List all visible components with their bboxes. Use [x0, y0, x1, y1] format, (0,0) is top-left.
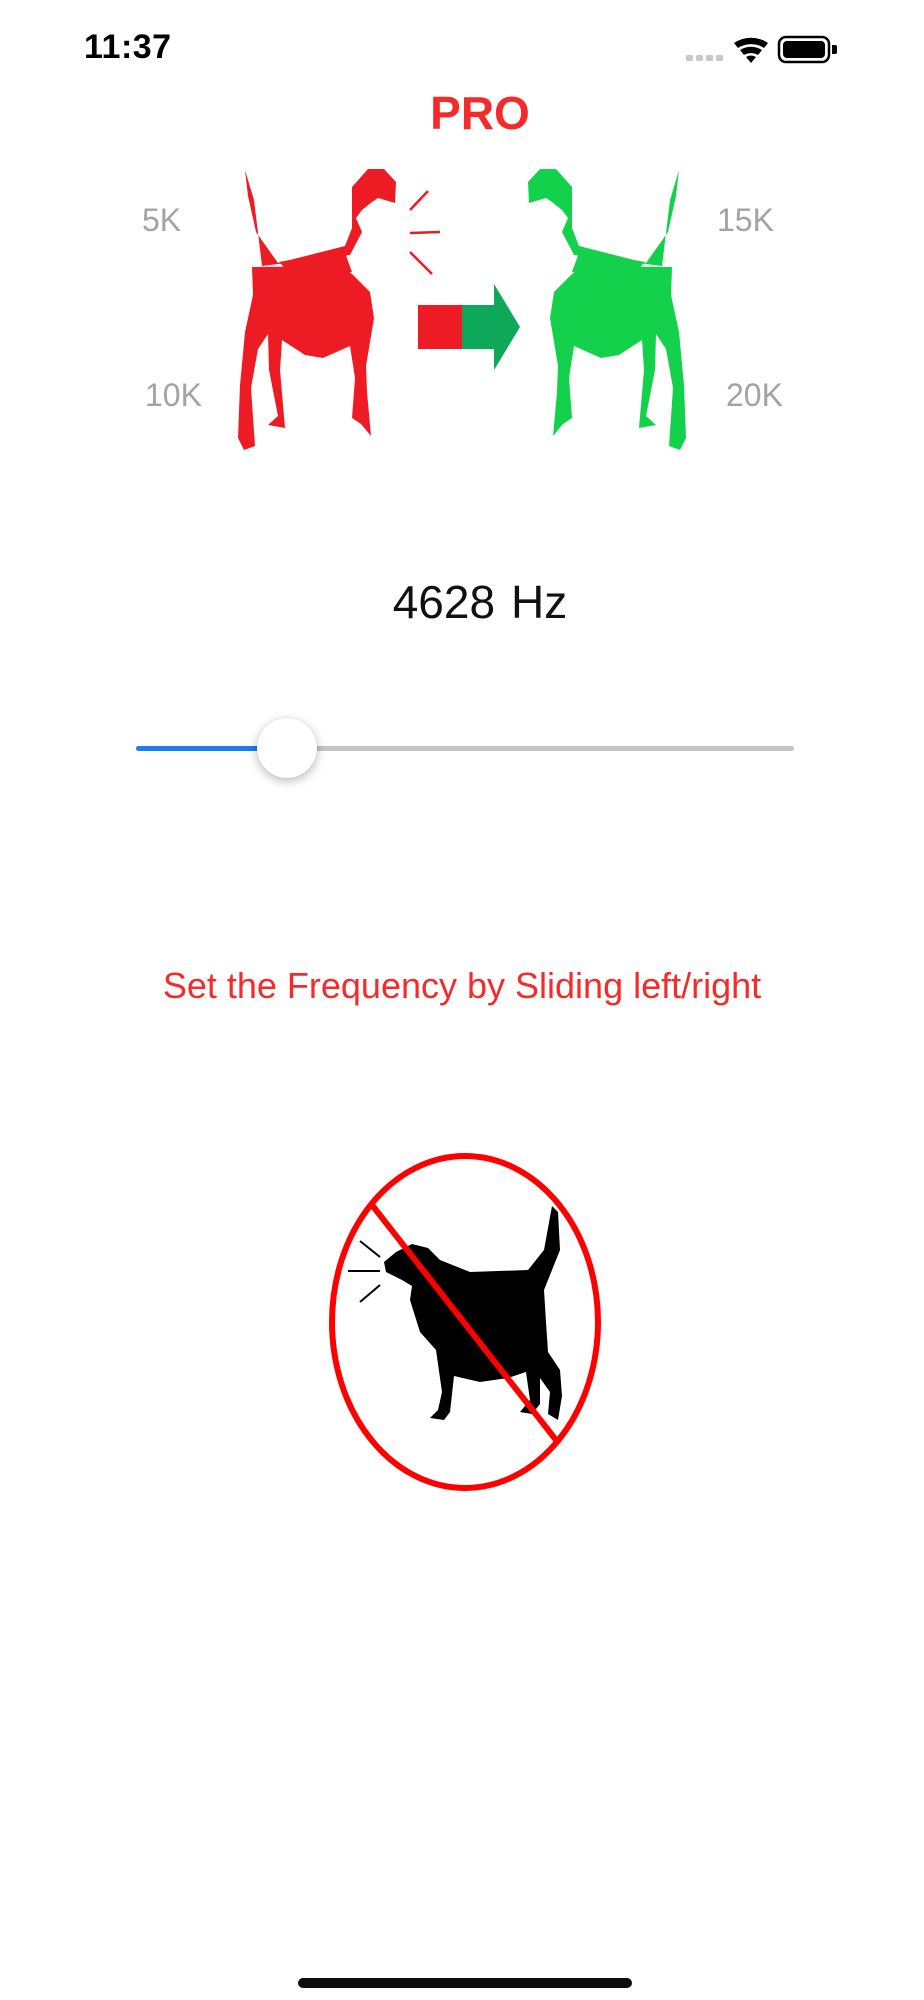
bark-lines-icon: [409, 190, 441, 275]
arrow-right-icon: [418, 284, 520, 370]
instruction-text: Set the Frequency by Sliding left/right: [162, 965, 762, 1006]
prohibition-ring-icon: [329, 1153, 601, 1491]
frequency-readout: 4628 Hz: [0, 575, 924, 629]
silhouette-dog-icon: [384, 1206, 562, 1420]
status-bar: 11:37: [0, 0, 924, 100]
status-time: 11:37: [84, 28, 172, 66]
frequency-unit: Hz: [511, 576, 568, 628]
battery-icon: [777, 35, 837, 64]
home-indicator[interactable]: [298, 1978, 632, 1988]
cellular-signal-icon: [686, 55, 723, 61]
bark-lines-icon: [348, 1240, 381, 1303]
status-icons: [686, 35, 837, 64]
frequency-slider[interactable]: [136, 710, 794, 778]
slider-thumb[interactable]: [257, 718, 318, 778]
pro-title: PRO: [430, 87, 530, 139]
wifi-icon: [734, 37, 768, 63]
quiet-dog-icon: [528, 169, 686, 450]
no-barking-icon: [329, 1153, 601, 1491]
hero-graphic: 5K 10K 15K 20K: [0, 150, 924, 470]
barking-dog-icon: [238, 169, 396, 450]
frequency-value: 4628: [392, 576, 496, 628]
